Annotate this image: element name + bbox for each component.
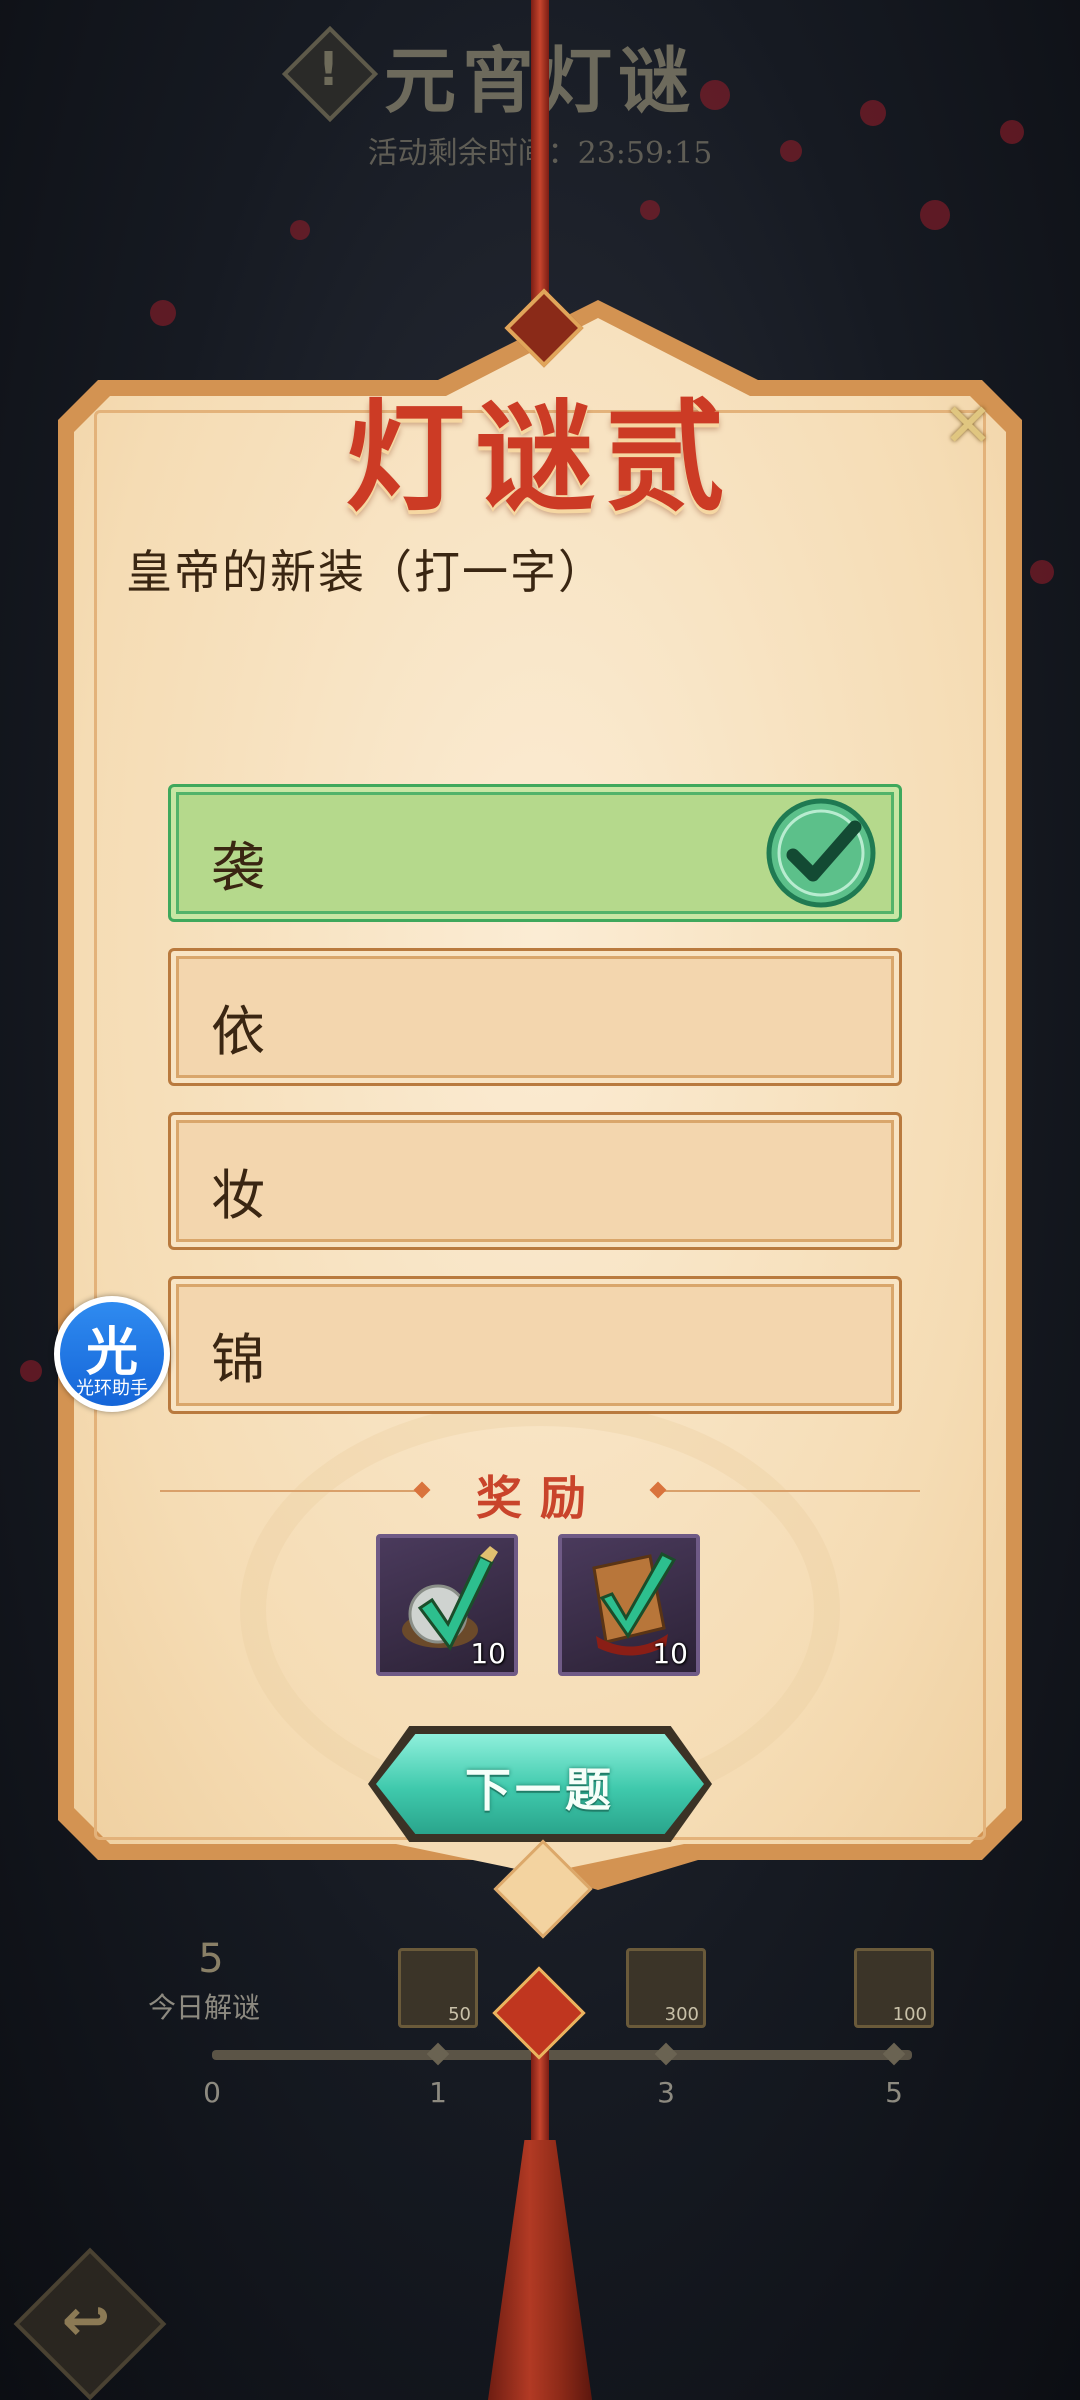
progress-label: 0 [203,2076,221,2109]
back-arrow-icon: ↩ [61,2286,111,2354]
riddle-title: 灯谜贰 [345,387,735,528]
milestone-reward-3[interactable]: 300 [626,1948,706,2028]
assistant-label: 光环助手 [76,1378,148,1399]
reward-item-2[interactable]: 10 [558,1534,700,1676]
assistant-float-button[interactable]: 光 光环助手 [54,1296,170,1412]
progress-label: 3 [657,2076,675,2109]
option-label: 依 [211,1000,265,1063]
milestone-reward-5[interactable]: 100 [854,1948,934,2028]
option-label: 袭 [211,836,265,899]
assistant-icon: 光 光环助手 [60,1302,164,1406]
riddle-question: 皇帝的新装（打一字） [126,545,606,599]
hanging-cord [531,0,549,330]
answer-option-4[interactable]: 锦 [168,1276,902,1414]
milestone-quantity: 300 [664,2004,699,2025]
milestone-quantity: 100 [892,2004,927,2025]
reward-title: 奖励 [476,1471,604,1525]
answer-option-1[interactable]: 袭 [168,784,902,922]
progress-track [212,2050,912,2060]
milestone-quantity: 50 [448,2004,471,2025]
option-label: 锦 [211,1328,265,1391]
option-label: 妆 [211,1164,265,1227]
milestone-reward-1[interactable]: 50 [398,1948,478,2028]
progress-label: 1 [429,2076,447,2109]
check-icon [766,798,876,908]
close-icon[interactable]: ✕ [938,396,998,456]
today-label: 今日解谜 [148,1991,261,2024]
reward-quantity: 10 [652,1637,688,1670]
reward-quantity: 10 [470,1637,506,1670]
next-question-label: 下一题 [465,1763,615,1817]
reward-item-1[interactable]: 10 [376,1534,518,1676]
answer-option-3[interactable]: 妆 [168,1112,902,1250]
answer-option-2[interactable]: 依 [168,948,902,1086]
progress-label: 5 [885,2076,903,2109]
